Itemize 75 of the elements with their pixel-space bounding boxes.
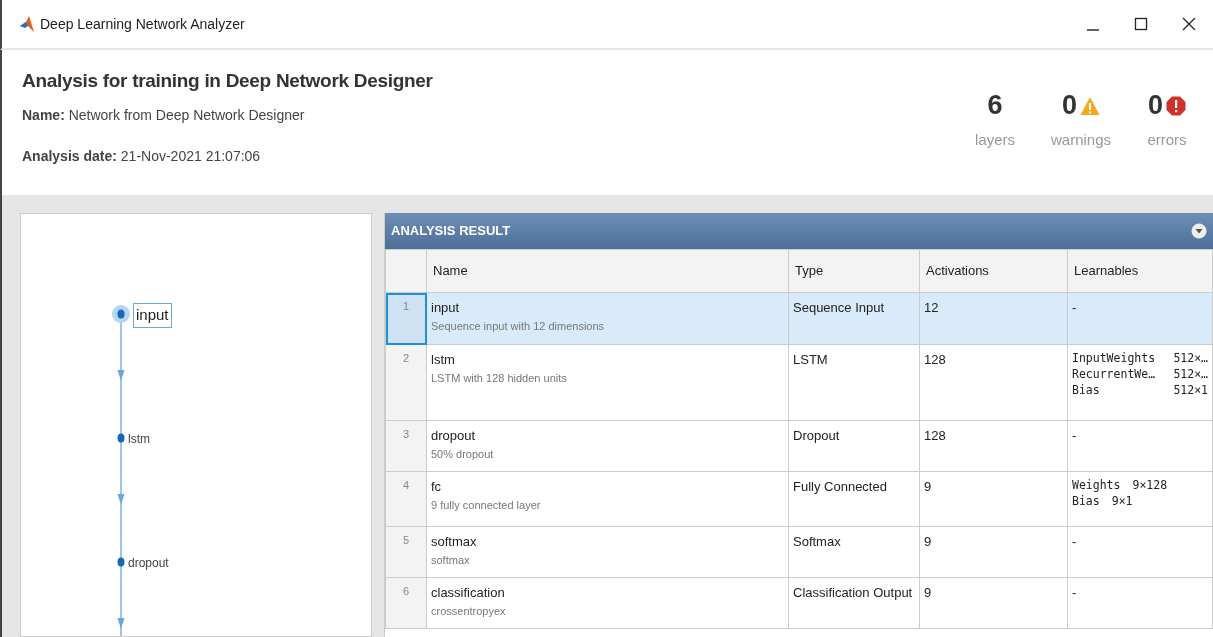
header-field: Analysis date: 21-Nov-2021 21:07:06 — [22, 145, 433, 167]
learnable-name: Bias — [1072, 493, 1100, 509]
node-label[interactable]: input — [133, 303, 172, 328]
table-cell: - — [1072, 428, 1077, 443]
row-number: 1 — [385, 292, 427, 345]
stat-value: 0 — [1148, 92, 1163, 119]
learnable-size: 9×1 — [1111, 493, 1133, 509]
layer-description: softmax — [431, 552, 471, 568]
table-cell: 128 — [919, 420, 1068, 472]
table-cell: - — [1072, 300, 1077, 315]
learnable-name: Weights — [1072, 477, 1121, 493]
app-logo-icon — [20, 16, 34, 32]
layer-description: LSTM with 128 hidden units — [431, 370, 568, 386]
table-cell: Dropout — [788, 420, 920, 472]
window-title: Deep Learning Network Analyzer — [40, 14, 246, 34]
row-number: 3 — [385, 420, 427, 472]
layer-name: softmax — [431, 533, 478, 551]
table-cell: Classification Output — [788, 577, 920, 629]
layer-name: fc — [431, 478, 443, 496]
table-cell: Sequence Input — [788, 292, 920, 345]
graph-node[interactable] — [117, 309, 125, 319]
close-icon — [1182, 17, 1196, 31]
node-label[interactable]: dropout — [128, 554, 169, 572]
node-label[interactable]: lstm — [128, 430, 150, 448]
graph-node[interactable] — [117, 557, 125, 567]
column-header: Learnables — [1067, 249, 1213, 293]
table-cell: - — [1072, 534, 1077, 549]
learnable-name: InputWeights — [1072, 350, 1156, 366]
learnable-size: 512×… — [1173, 366, 1208, 382]
layer-description: Sequence input with 12 dimensions — [431, 318, 606, 334]
layer-description: crossentropyex — [431, 603, 507, 619]
panel-title: ANALYSIS RESULT — [391, 222, 512, 241]
arrow-icon — [117, 494, 125, 505]
analysis-title: Analysis for training in Deep Network Designer — [22, 70, 433, 93]
column-header: Type — [788, 249, 920, 293]
stat-label: layers — [975, 130, 1015, 150]
layer-description: 50% dropout — [431, 446, 495, 462]
warning-icon — [1080, 95, 1100, 116]
table-cell: - — [1072, 585, 1077, 600]
layer-name: classification — [431, 584, 506, 602]
minimize-icon — [1087, 29, 1099, 31]
arrow-icon — [117, 370, 125, 381]
table-cell: LSTM — [788, 344, 920, 421]
stat-label: warnings — [1051, 130, 1111, 150]
stat-label: errors — [1147, 130, 1187, 150]
table-cell: 9 — [919, 471, 1068, 527]
layer-description: 9 fully connected layer — [431, 497, 542, 513]
row-number: 5 — [385, 526, 427, 578]
row-number: 6 — [385, 577, 427, 629]
learnable-name: Bias — [1072, 382, 1100, 398]
layer-name: lstm — [431, 351, 456, 369]
collapse-icon[interactable] — [1191, 223, 1207, 239]
header-field: Name: Network from Deep Network Designer — [22, 104, 433, 126]
row-number: 4 — [385, 471, 427, 527]
stat-value: 6 — [987, 92, 1003, 119]
table-cell: 9 — [919, 577, 1068, 629]
column-header: Activations — [919, 249, 1068, 293]
table-cell: 12 — [919, 292, 1068, 345]
table-cell: Fully Connected — [788, 471, 920, 527]
table-cell: 128 — [919, 344, 1068, 421]
learnable-name: RecurrentWe… — [1072, 366, 1156, 382]
table-cell: Softmax — [788, 526, 920, 578]
learnable-size: 512×… — [1173, 350, 1208, 366]
column-header: Name — [426, 249, 789, 293]
learnable-size: 512×1 — [1173, 382, 1208, 398]
learnable-size: 9×128 — [1132, 477, 1168, 493]
graph-node[interactable] — [117, 433, 125, 443]
arrow-icon — [117, 618, 125, 629]
stat-value: 0 — [1062, 92, 1077, 119]
layer-name: input — [431, 299, 461, 317]
layer-name: dropout — [431, 427, 477, 445]
table-cell: 9 — [919, 526, 1068, 578]
error-icon — [1166, 95, 1186, 116]
maximize-icon — [1134, 17, 1148, 31]
row-number: 2 — [385, 344, 427, 421]
